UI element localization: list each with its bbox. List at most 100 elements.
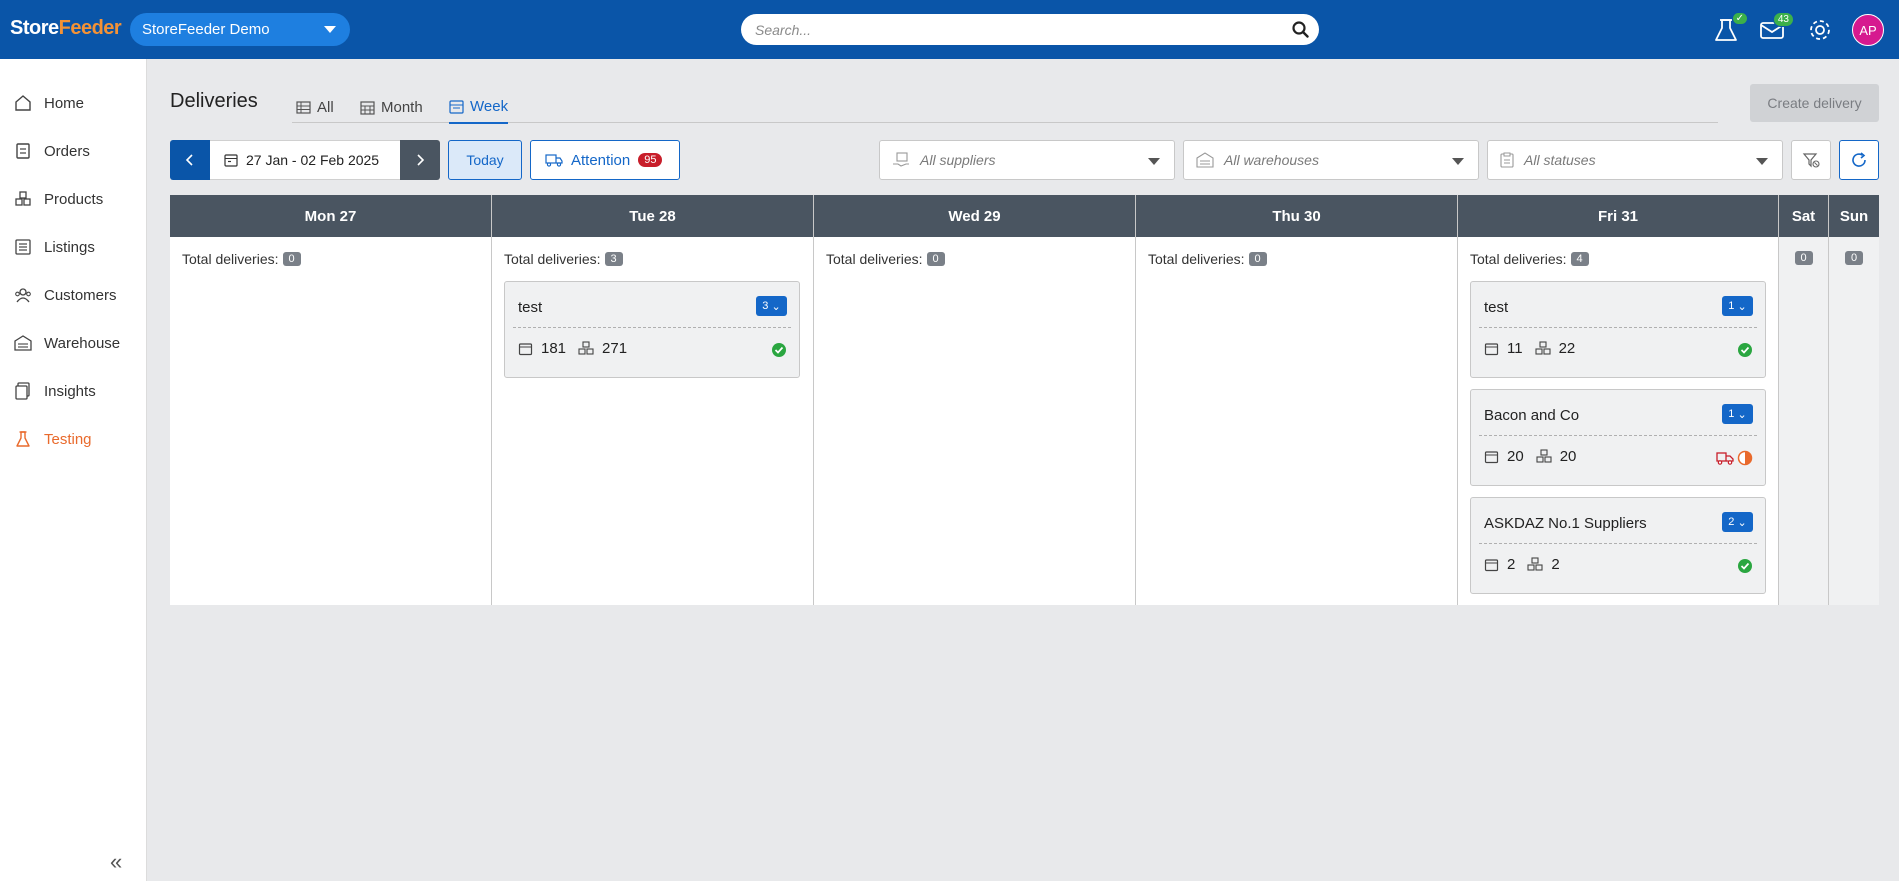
delivery-card[interactable]: Bacon and Co 1 ⌄ 20 20 [1470,389,1766,486]
chevron-down-icon: ⌄ [1737,408,1747,421]
units-count: 22 [1558,340,1576,357]
sidebar-item-testing[interactable]: Testing [0,419,146,459]
deliveries-dropdown[interactable]: 1 ⌄ [1722,404,1753,424]
delivery-card[interactable]: ASKDAZ No.1 Suppliers 2 ⌄ 2 2 [1470,497,1766,594]
tab-month[interactable]: Month [360,91,423,123]
day-column-mon: Mon 27 Total deliveries: 0 [170,195,492,605]
check-circle-icon [772,343,786,357]
sidebar-item-label: Customers [44,286,117,304]
caret-down-icon [324,26,336,33]
boxes-icon [578,341,594,355]
total-count: 0 [282,252,301,266]
tab-week[interactable]: Week [449,91,509,124]
statuses-filter[interactable]: All statuses [1487,140,1783,180]
sidebar-item-label: Home [44,94,85,112]
top-bar: StoreFeeder StoreFeeder Demo ✓ 43 AP [0,0,1899,59]
date-navigator: 27 Jan - 02 Feb 2025 [170,140,440,180]
flask-test-icon[interactable]: ✓ [1712,12,1748,44]
search-icon[interactable] [1292,21,1309,41]
filter-clear-icon [1802,153,1820,168]
search-input[interactable] [755,21,1275,38]
boxes-icon [1535,341,1551,355]
day-column-sun: Sun 0 [1829,195,1879,605]
cartons-count: 181 [541,340,567,357]
sidebar-item-label: Products [44,190,104,208]
total-deliveries: Total deliveries: 3 [504,251,813,267]
total-count: 0 [1845,251,1863,265]
caret-down-icon [1452,158,1464,165]
tab-all[interactable]: All [296,91,334,123]
sidebar-item-products[interactable]: Products [0,179,146,219]
avatar[interactable]: AP [1852,14,1884,46]
divider [1479,327,1757,328]
truck-alert-icon [545,154,563,167]
units-count: 20 [1559,448,1577,465]
chevron-left-icon [185,154,193,166]
day-header: Mon 27 [170,195,491,237]
status-indicator [1737,342,1753,358]
today-button[interactable]: Today [448,140,522,180]
box-icon [1484,559,1499,572]
calendar-week-icon [449,100,464,114]
warehouses-filter[interactable]: All warehouses [1183,140,1479,180]
card-stats: 2 2 [1484,556,1572,573]
tab-label: All [317,98,334,116]
delivery-card[interactable]: test 3 ⌄ 181 271 [504,281,800,378]
box-icon [518,343,533,356]
suppliers-filter[interactable]: All suppliers [879,140,1175,180]
deliveries-dropdown[interactable]: 2 ⌄ [1722,512,1753,532]
chevron-down-icon: ⌄ [1737,516,1747,529]
logo-part2: Feeder [58,17,122,39]
mail-icon[interactable]: 43 [1758,12,1794,44]
supplier-icon [893,152,909,167]
delivery-count: 3 [762,300,769,312]
day-header: Fri 31 [1458,195,1778,237]
truck-alert-icon [1716,451,1734,465]
date-range-label: 27 Jan - 02 Feb 2025 [246,152,380,168]
sidebar-item-listings[interactable]: Listings [0,227,146,267]
box-icon [1484,343,1499,356]
mail-badge: 43 [1772,12,1794,27]
check-circle-icon [1738,559,1752,573]
date-range-picker[interactable]: 27 Jan - 02 Feb 2025 [210,140,400,180]
clear-filters-button[interactable] [1791,140,1831,180]
deliveries-dropdown[interactable]: 1 ⌄ [1722,296,1753,316]
sidebar-item-warehouse[interactable]: Warehouse [0,323,146,363]
statuses-placeholder: All statuses [1524,152,1596,168]
attention-label: Attention [571,151,631,169]
sidebar-item-customers[interactable]: Customers [0,275,146,315]
units-count: 2 [1551,556,1560,573]
page-title: Deliveries [170,90,258,112]
store-name: StoreFeeder Demo [142,21,270,38]
sidebar-item-orders[interactable]: Orders [0,131,146,171]
total-label: Total deliveries: [504,251,601,267]
sidebar-item-label: Listings [44,238,95,256]
status-indicator [1716,450,1753,466]
logo[interactable]: StoreFeeder [10,17,122,40]
gear-icon[interactable] [1806,16,1834,44]
day-column-sat: Sat 0 [1779,195,1829,605]
attention-button[interactable]: Attention 95 [530,140,680,180]
tab-label: Week [470,98,509,115]
previous-week-button[interactable] [170,140,210,180]
sidebar-item-label: Testing [44,430,92,448]
refresh-button[interactable] [1839,140,1879,180]
total-count: 0 [1794,251,1813,265]
tab-label: Month [381,98,423,116]
collapse-sidebar-button[interactable]: « [110,849,122,875]
deliveries-dropdown[interactable]: 3 ⌄ [756,296,787,316]
create-delivery-button[interactable]: Create delivery [1750,84,1879,122]
calendar-icon [224,154,238,167]
products-icon [15,191,31,206]
total-label: Total deliveries: [1470,251,1567,267]
store-selector[interactable]: StoreFeeder Demo [130,13,350,46]
sidebar-item-home[interactable]: Home [0,83,146,123]
total-deliveries: Total deliveries: 0 [1148,251,1457,267]
total-label: Total deliveries: [1148,251,1245,267]
total-count: 0 [926,252,945,266]
delivery-count: 1 [1728,408,1735,420]
next-week-button[interactable] [400,140,440,180]
check-circle-icon [1738,343,1752,357]
sidebar-item-insights[interactable]: Insights [0,371,146,411]
delivery-card[interactable]: test 1 ⌄ 11 22 [1470,281,1766,378]
